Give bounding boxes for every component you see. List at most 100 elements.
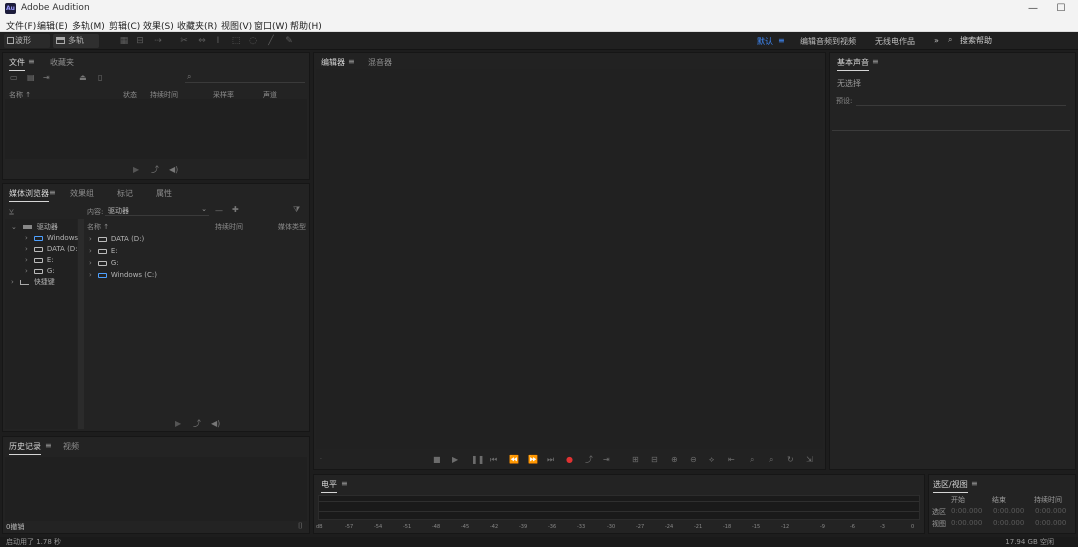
contents-dropdown[interactable]: 驱动器 ⌄ [105,205,209,216]
tab-video[interactable]: 视频 [63,441,79,452]
close-file-icon[interactable]: ▯ [98,73,102,83]
slip-tool-icon[interactable]: ⇔ [196,35,208,47]
workspace-radio[interactable]: 无线电作品 [875,36,915,47]
menu-clip[interactable]: 剪辑(C) [109,19,140,32]
minus-icon[interactable]: — [215,206,223,216]
history-delete-icon[interactable]: ⌷ [298,521,303,531]
go-to-start-icon[interactable]: ⏮ [490,455,497,465]
preset-dropdown[interactable] [856,94,1066,106]
fast-forward-icon[interactable]: ⏩ [528,455,538,465]
list-item[interactable]: › DATA (D:) [89,234,144,245]
list-item[interactable]: › E: [89,246,118,257]
tree-item-windows[interactable]: › Windows [25,233,78,244]
plus-icon[interactable]: ✚ [232,205,239,215]
tree-item-e[interactable]: › E: [25,255,54,266]
pause-icon[interactable]: ❚❚ [471,455,484,465]
record-icon[interactable]: ● [566,455,573,465]
brush-icon[interactable]: ╱ [265,35,277,47]
preview-play-icon[interactable]: ▶ [175,419,181,429]
tree-item-g[interactable]: › G: [25,266,55,277]
loop-icon[interactable]: ⤴ [585,455,593,465]
tab-properties[interactable]: 属性 [156,188,172,199]
workspace-edit-audio-video[interactable]: 编辑音频到视频 [800,36,856,47]
marquee-icon[interactable]: ⬚ [230,35,242,47]
view-end-field[interactable]: 0:00.000 [993,519,1024,527]
help-search[interactable]: ⌕ 搜索帮助 [948,35,1018,47]
play-icon[interactable]: ▶ [452,455,458,465]
minimize-button[interactable]: — [1018,0,1048,17]
tab-history[interactable]: 历史记录 [9,441,41,455]
sel-duration-field[interactable]: 0:00.000 [1035,507,1066,515]
preview-loop-icon[interactable]: ⤴ [193,419,201,429]
list-item[interactable]: › G: [89,258,119,269]
new-file-icon[interactable]: ▤ [27,73,35,83]
zoom-out-point-icon[interactable]: ⌕ [769,455,773,465]
files-autoplay-icon[interactable]: ◀) [169,165,178,175]
skip-icon[interactable]: ⇥ [603,455,610,465]
menu-effects[interactable]: 效果(S) [143,19,174,32]
zoom-fit-icon[interactable]: ⇲ [806,455,813,465]
workspace-menu-icon[interactable]: ≡ [778,36,785,45]
time-selection-icon[interactable]: I [212,35,224,47]
files-loop-icon[interactable]: ⤴ [151,165,159,175]
files-search-input[interactable]: ⌕ [185,72,305,83]
move-tool-icon[interactable]: ⇢ [152,35,164,47]
menu-edit[interactable]: 编辑(E) [37,19,68,32]
files-play-icon[interactable]: ▶ [133,165,139,175]
selection-view-menu-icon[interactable]: ≡ [971,479,978,488]
tab-markers[interactable]: 标记 [117,188,133,199]
stop-icon[interactable]: ■ [433,455,441,465]
zoom-full-icon[interactable]: ⇤ [728,455,735,465]
zoom-out-amp-icon[interactable]: ⊟ [651,455,658,465]
workspace-more-icon[interactable]: » [934,36,939,45]
history-menu-icon[interactable]: ≡ [45,441,52,450]
zoom-reset-icon[interactable]: ↻ [787,455,794,465]
tab-editor[interactable]: 编辑器 [321,57,345,71]
open-file-icon[interactable]: ▭ [10,73,18,83]
media-col-name[interactable]: 名称 ↑ [87,222,109,232]
zoom-selection-icon[interactable]: ⟡ [709,455,714,465]
spectral-pitch-icon[interactable]: ⊟ [134,35,146,47]
sel-start-field[interactable]: 0:00.000 [951,507,982,515]
go-to-end-icon[interactable]: ⏭ [547,455,554,465]
filter-icon[interactable]: ⧩ [293,205,300,215]
tab-favorites[interactable]: 收藏夹 [50,57,74,68]
razor-tool-icon[interactable]: ✂ [178,35,190,47]
tab-media-browser[interactable]: 媒体浏览器 [9,188,49,202]
levels-menu-icon[interactable]: ≡ [341,479,348,488]
list-item[interactable]: › Windows (C:) [89,270,157,281]
spot-healing-icon[interactable]: ✎ [283,35,295,47]
insert-icon[interactable]: ⏏ [79,73,87,83]
menu-favorites[interactable]: 收藏夹(R) [177,19,217,32]
essential-sound-menu-icon[interactable]: ≡ [872,57,879,66]
pane-splitter[interactable] [78,219,84,429]
spectral-frequency-icon[interactable]: ▦ [118,35,130,47]
media-col-duration[interactable]: 持续时间 [215,222,243,232]
zoom-in-point-icon[interactable]: ⌕ [750,455,754,465]
workspace-default[interactable]: 默认 [757,36,773,47]
menu-view[interactable]: 视图(V) [221,19,252,32]
media-col-type[interactable]: 媒体类型 [278,222,306,232]
editor-menu-icon[interactable]: ≡ [348,57,355,66]
editor-canvas[interactable] [316,69,823,449]
menu-window[interactable]: 窗口(W) [254,19,288,32]
sel-end-field[interactable]: 0:00.000 [993,507,1024,515]
files-list[interactable] [5,99,307,159]
tab-effects-rack[interactable]: 效果组 [70,188,94,199]
import-icon[interactable]: ⇥ [43,73,50,83]
tab-files[interactable]: 文件 [9,57,25,71]
lasso-icon[interactable]: ◌ [247,35,259,47]
rewind-icon[interactable]: ⏪ [509,455,519,465]
waveform-button[interactable]: 波形 [4,34,50,48]
history-list[interactable] [5,457,307,521]
tab-mixer[interactable]: 混音器 [368,57,392,68]
zoom-out-time-icon[interactable]: ⊖ [690,455,697,465]
tree-item-drives[interactable]: ⌄ 驱动器 [11,222,58,233]
menu-help[interactable]: 帮助(H) [290,19,322,32]
shortcut-add-icon[interactable]: ⩣ [9,206,14,216]
zoom-in-time-icon[interactable]: ⊕ [671,455,678,465]
maximize-button[interactable]: ☐ [1046,0,1076,17]
zoom-in-amp-icon[interactable]: ⊞ [632,455,639,465]
menu-multitrack[interactable]: 多轨(M) [72,19,105,32]
view-duration-field[interactable]: 0:00.000 [1035,519,1066,527]
